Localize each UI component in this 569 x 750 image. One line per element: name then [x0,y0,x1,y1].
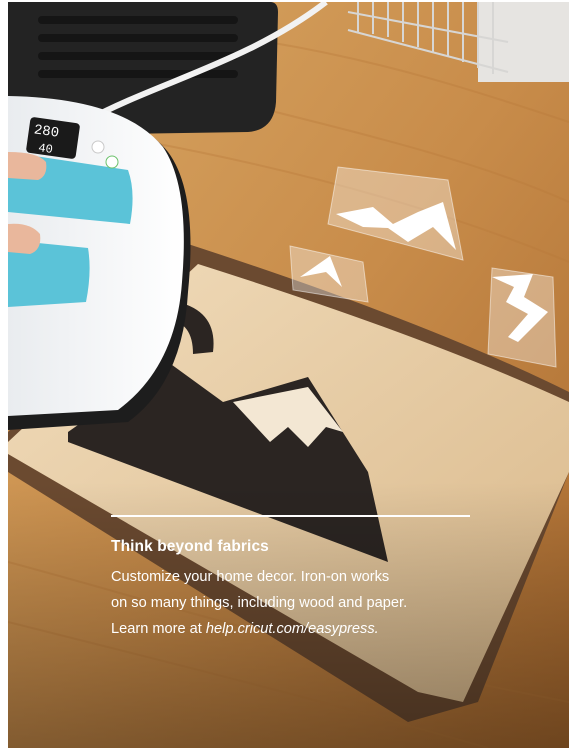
caption-line-2: on so many things, including wood and pa… [111,595,408,611]
caption-title: Think beyond fabrics [111,538,269,555]
background-wall [478,2,569,82]
page: 280 40 Think beyond fabrics Customize yo… [0,0,569,750]
vinyl-piece-right [487,267,557,368]
caption-line-1: Customize your home decor. Iron-on works [111,569,390,585]
caption: Think beyond fabrics Customize your home… [111,537,491,642]
time-readout: 40 [37,141,53,157]
caption-divider [111,515,470,517]
caption-line-3-prefix: Learn more at [111,621,206,637]
help-link[interactable]: help.cricut.com/easypress. [206,621,379,637]
caption-line-3: Learn more at help.cricut.com/easypress. [111,616,491,642]
